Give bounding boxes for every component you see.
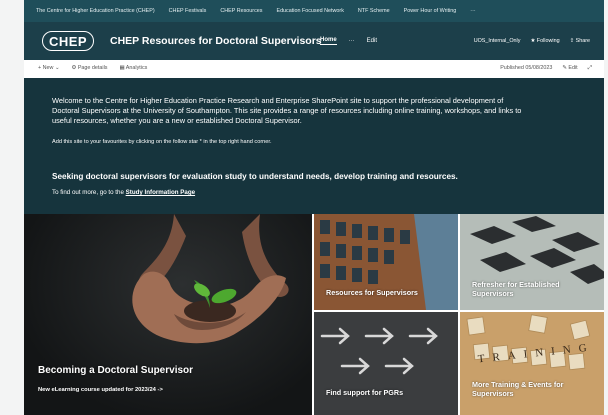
page-details-label: Page details [77,65,108,71]
edit-page-button[interactable]: ✎ Edit [562,65,577,72]
following-button[interactable]: ★ Following [530,38,559,44]
share-label: Share [575,38,590,44]
find-out-more: To find out more, go to the Study Inform… [52,189,195,196]
welcome-text: Welcome to the Centre for Higher Educati… [52,96,522,125]
hub-nav-more[interactable]: ··· [470,8,475,14]
study-information-link[interactable]: Study Information Page [126,189,195,196]
tile-refresher-established-supervisors[interactable]: Refresher for Established Supervisors [460,214,604,310]
hub-nav-item-education-network[interactable]: Education Focused Network [276,8,343,14]
new-button[interactable]: + New ⌄ [38,65,59,71]
resources-tile-title: Resources for Supervisors [326,288,418,297]
share-icon: ⇪ [569,38,575,44]
find-out-prefix: To find out more, go to the [52,189,124,196]
page-details-button[interactable]: ⚙ Page details [71,65,107,71]
hero-tile-title: Becoming a Doctoral Supervisor [38,365,194,376]
hub-nav-item-power-hour[interactable]: Power Hour of Writing [404,8,457,14]
site-nav: Home ··· Edit [320,37,377,45]
hub-nav-item-ntf[interactable]: NTF Scheme [358,8,390,14]
command-bar-right: Published 05/08/2023 ✎ Edit ⤢ [500,65,592,72]
new-label: New [42,65,54,71]
command-bar: + New ⌄ ⚙ Page details ▦ Analytics Publi… [24,60,604,79]
edit-page-label: Edit [568,65,578,71]
share-button[interactable]: ⇪ Share [570,38,590,44]
training-tiles-image: TRAINING [460,312,604,415]
refresher-tile-title: Refresher for Established Supervisors [472,280,560,298]
evaluation-study-heading: Seeking doctoral supervisors for evaluat… [52,172,458,181]
tile-resources-for-supervisors[interactable]: Resources for Supervisors [314,214,458,310]
gear-icon: ⚙ [71,65,77,71]
published-date: Published 05/08/2023 [500,65,553,71]
following-label: Following [536,38,560,44]
hub-navigation: The Centre for Higher Education Practice… [24,0,604,22]
nav-edit[interactable]: Edit [367,38,377,44]
command-bar-left: + New ⌄ ⚙ Page details ▦ Analytics [38,65,147,71]
tile-more-training-events[interactable]: TRAINING More Training & Events for Supe… [460,312,604,415]
hub-nav-item-chep[interactable]: The Centre for Higher Education Practice… [36,8,155,14]
pencil-icon: ✎ [562,65,567,71]
site-title[interactable]: CHEP Resources for Doctoral Supervisors [110,35,322,47]
hands-seedling-image [132,214,289,344]
analytics-icon: ▦ [119,65,125,71]
hub-nav-item-resources[interactable]: CHEP Resources [220,8,262,14]
analytics-button[interactable]: ▦ Analytics [120,65,148,71]
nav-home[interactable]: Home [320,37,337,45]
hub-nav-item-festivals[interactable]: CHEP Festivals [169,8,207,14]
chevron-down-icon: ⌄ [54,65,60,71]
nav-more[interactable]: ··· [349,38,355,44]
tile-becoming-doctoral-supervisor[interactable]: Becoming a Doctoral Supervisor New eLear… [24,214,312,415]
intro-section: Welcome to the Centre for Higher Educati… [24,78,604,214]
plus-icon: + [38,65,42,71]
hero-tile-subtitle: New eLearning course updated for 2023/24… [38,387,163,393]
header-actions: UOS_Internal_Only ★ Following ⇪ Share [474,38,590,44]
sensitivity-label: UOS_Internal_Only [473,38,521,44]
sharepoint-page: The Centre for Higher Education Practice… [24,0,604,415]
expand-icon[interactable]: ⤢ [588,65,592,72]
site-header: CHEP CHEP Resources for Doctoral Supervi… [24,22,604,60]
find-support-tile-title: Find support for PGRs [326,388,404,397]
arrows-image [314,312,458,415]
analytics-label: Analytics [125,65,148,71]
star-icon: ★ [530,38,536,44]
favourites-note: Add this site to your favourites by clic… [52,139,272,145]
tile-find-support-pgrs[interactable]: Find support for PGRs [314,312,458,415]
more-training-tile-title: More Training & Events for Supervisors [472,380,564,398]
site-logo[interactable]: CHEP [42,31,94,51]
